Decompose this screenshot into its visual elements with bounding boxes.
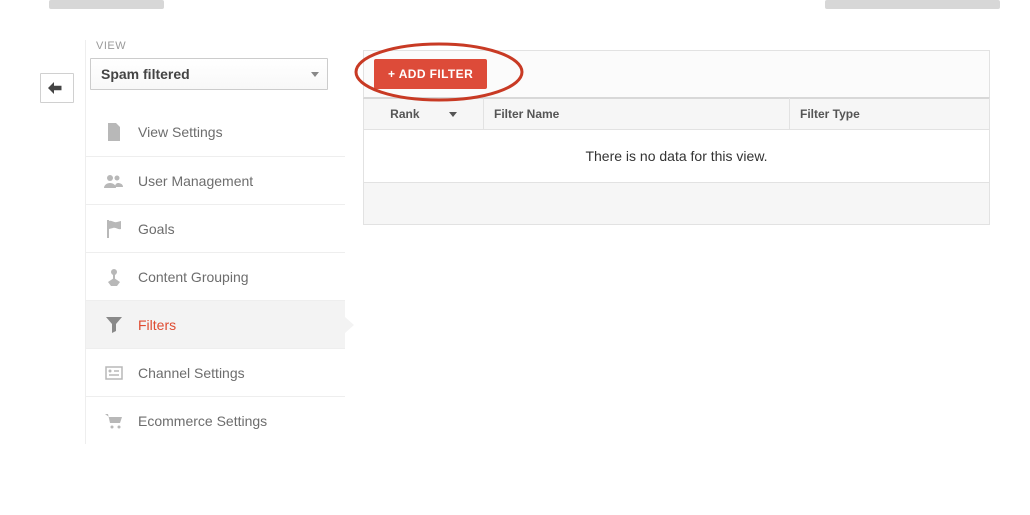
add-filter-button[interactable]: + ADD FILTER: [374, 59, 487, 89]
sidebar-item-ecommerce-settings[interactable]: Ecommerce Settings: [86, 396, 345, 444]
col-header-filter-type[interactable]: Filter Type: [790, 99, 990, 130]
table-footer-row: [364, 183, 990, 225]
sidebar-item-label: Filters: [138, 317, 176, 333]
sidebar-item-view-settings[interactable]: View Settings: [86, 108, 345, 156]
sidebar-item-content-grouping[interactable]: Content Grouping: [86, 252, 345, 300]
sidebar-menu: View Settings User Management Goals Cont…: [86, 108, 345, 444]
view-dropdown-value: Spam filtered: [101, 66, 190, 82]
sidebar-item-label: Content Grouping: [138, 269, 249, 285]
sidebar-item-filters[interactable]: Filters: [86, 300, 345, 348]
decorative-bar-left: [49, 0, 164, 9]
sidebar-item-label: Channel Settings: [138, 365, 245, 381]
sidebar-item-channel-settings[interactable]: Channel Settings: [86, 348, 345, 396]
view-dropdown[interactable]: Spam filtered: [90, 58, 328, 90]
back-button[interactable]: [40, 73, 74, 103]
chevron-down-icon: [311, 72, 319, 77]
filters-table: Rank Filter Name Filter Type There is no…: [363, 98, 990, 225]
page-icon: [104, 122, 124, 142]
back-arrow-icon: [48, 81, 66, 95]
sidebar: VIEW Spam filtered View Settings User Ma…: [85, 40, 345, 444]
col-header-filter-name[interactable]: Filter Name: [484, 99, 790, 130]
sidebar-item-goals[interactable]: Goals: [86, 204, 345, 252]
users-icon: [104, 171, 124, 191]
sidebar-item-label: Ecommerce Settings: [138, 413, 267, 429]
funnel-icon: [104, 315, 124, 335]
sidebar-item-user-management[interactable]: User Management: [86, 156, 345, 204]
filters-toolbar: + ADD FILTER: [363, 50, 990, 98]
sidebar-item-label: Goals: [138, 221, 175, 237]
sidebar-item-label: View Settings: [138, 124, 223, 140]
col-header-rank[interactable]: Rank: [364, 99, 484, 130]
sort-desc-icon: [449, 112, 457, 117]
cart-icon: [104, 411, 124, 431]
sidebar-section-label: VIEW: [96, 40, 345, 52]
main-content: + ADD FILTER Rank Filter Name Filter Typ…: [345, 40, 1030, 444]
decorative-bar-right: [825, 0, 1000, 9]
table-empty-row: There is no data for this view.: [364, 130, 990, 183]
channel-icon: [104, 363, 124, 383]
flag-icon: [104, 219, 124, 239]
table-empty-message: There is no data for this view.: [364, 130, 990, 183]
sidebar-item-label: User Management: [138, 173, 253, 189]
grouping-icon: [104, 267, 124, 287]
